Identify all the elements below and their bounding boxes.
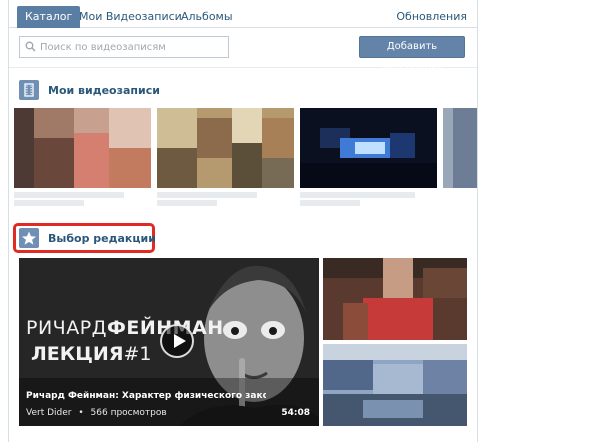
video-thumbnail[interactable] (323, 344, 467, 426)
tab-bar: Каталог Мои Видеозаписи Альбомы Обновлен… (9, 6, 477, 28)
editors-choice-title: Выбор редакции (48, 231, 156, 245)
video-caption (14, 192, 124, 198)
my-videos-title: Мои видеозаписи (48, 83, 160, 97)
video-meta: Vert Dider • 566 просмотров (26, 408, 167, 418)
video-thumbnail[interactable] (14, 108, 151, 188)
star-icon (19, 228, 39, 248)
video-thumbnail[interactable] (300, 108, 437, 188)
add-video-button[interactable]: Добавить видеоролик (359, 36, 465, 72)
video-thumbnail[interactable] (323, 258, 467, 340)
meta-separator: • (78, 408, 84, 418)
tab-catalog[interactable]: Каталог (17, 6, 81, 28)
video-thumbnail[interactable] (443, 108, 477, 188)
video-lecture-text: ЛЕКЦИЯ#1 (31, 343, 152, 365)
video-caption (157, 200, 217, 206)
tab-albums[interactable]: Альбомы (181, 6, 233, 28)
editors-choice-header[interactable]: Выбор редакции (19, 228, 156, 248)
updates-link[interactable]: Обновления (396, 6, 467, 28)
featured-video[interactable]: РИЧАРДФЕЙНМАН ЛЕКЦИЯ#1 Ричард Фейнман: Х… (19, 258, 319, 426)
video-thumbnail[interactable] (157, 108, 294, 188)
video-caption (300, 200, 360, 206)
video-author[interactable]: Vert Dider (26, 408, 71, 418)
video-title[interactable]: Ричард Фейнман: Характер физического зак… (26, 391, 266, 401)
video-catalog-panel: Каталог Мои Видеозаписи Альбомы Обновлен… (8, 0, 478, 442)
video-duration: 54:08 (281, 408, 310, 418)
my-videos-header[interactable]: Мои видеозаписи (19, 80, 160, 100)
search-icon (25, 41, 36, 52)
film-icon (19, 80, 39, 100)
search-input[interactable] (40, 39, 225, 55)
video-caption (14, 200, 84, 206)
video-caption (157, 192, 257, 198)
video-views: 566 просмотров (90, 408, 167, 418)
search-field[interactable] (19, 36, 229, 58)
video-caption (300, 192, 415, 198)
search-toolbar: Добавить видеоролик (9, 28, 477, 72)
video-brand-text: РИЧАРДФЕЙНМАН (26, 317, 223, 339)
tab-my-videos[interactable]: Мои Видеозаписи (79, 6, 182, 28)
play-icon[interactable] (160, 324, 194, 358)
